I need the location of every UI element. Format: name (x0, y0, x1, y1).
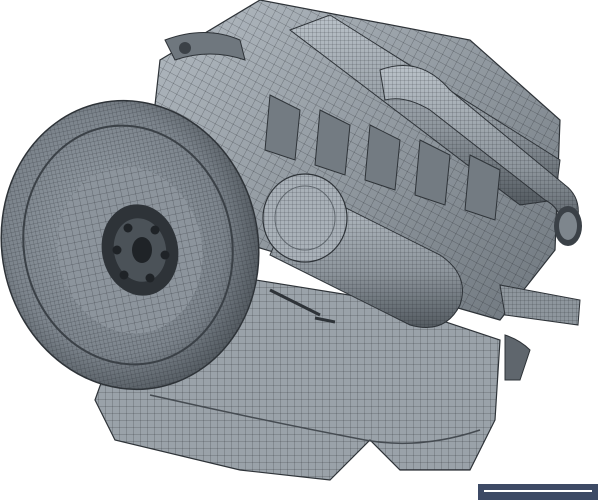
render-stage (0, 0, 600, 500)
mount-bracket (499, 284, 581, 381)
watermark-badge-line (484, 490, 592, 492)
watermark-badge (478, 484, 598, 500)
engine-render (0, 0, 582, 481)
